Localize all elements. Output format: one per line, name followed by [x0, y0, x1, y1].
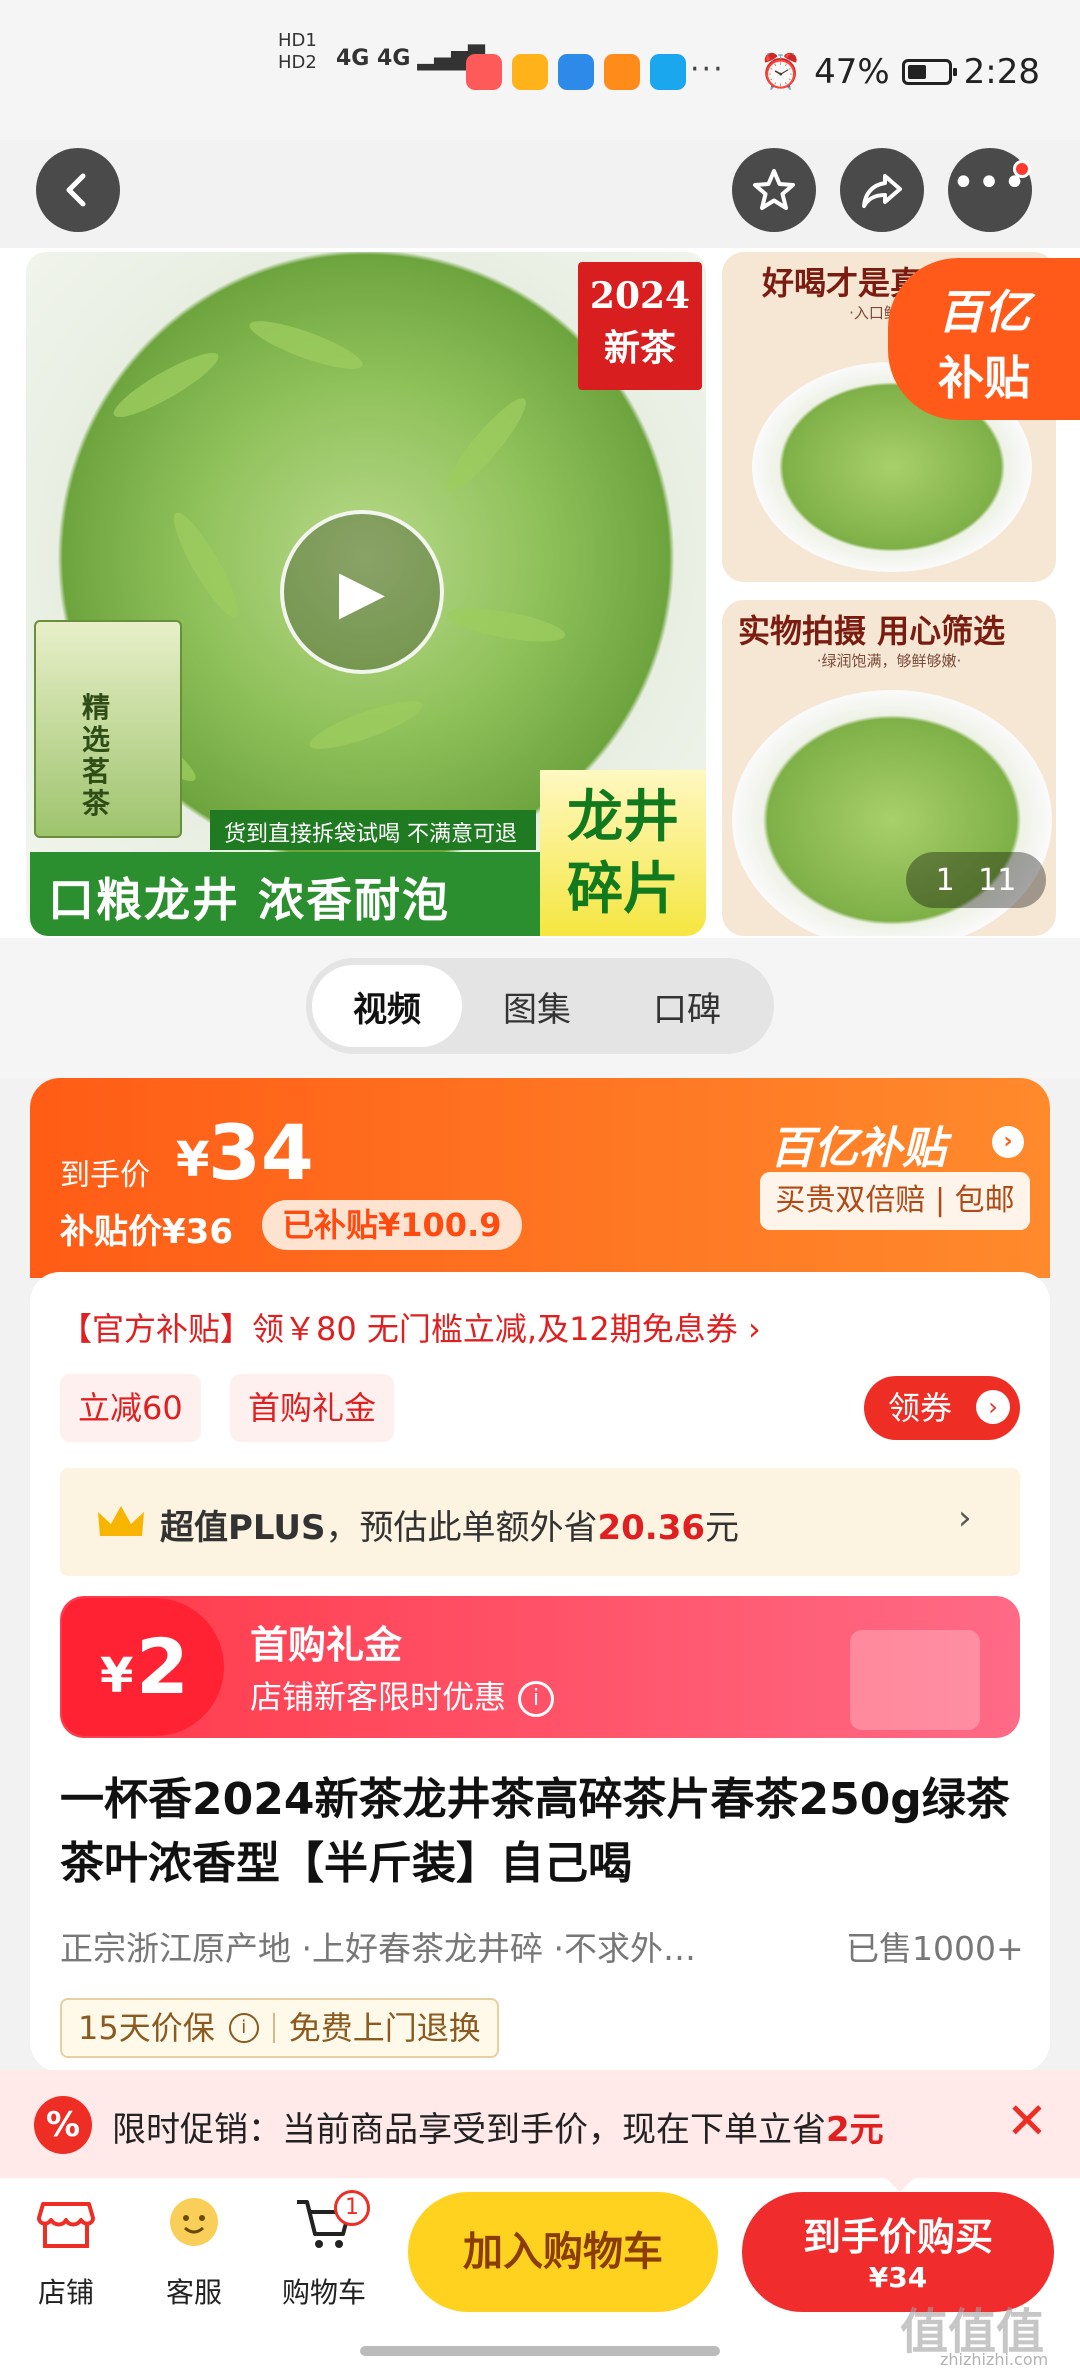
app-notification-icon	[466, 54, 502, 90]
shopping-app-icon	[650, 54, 686, 90]
battery-percent: 47%	[814, 52, 890, 92]
subsidy-price: 补贴价¥36	[60, 1212, 233, 1252]
official-coupon-link[interactable]: 【官方补贴】领￥80 无门槛立减,及12期免息券 ›	[60, 1304, 761, 1350]
video-app-icon	[604, 54, 640, 90]
cart-count-badge: 1	[334, 2190, 370, 2226]
signal-icon: 4G 4G ▂▄▆█	[336, 46, 486, 71]
shop-button[interactable]: 店铺	[6, 2192, 126, 2311]
battery-icon	[901, 59, 957, 85]
share-icon	[862, 174, 902, 208]
chat-face-icon	[170, 2198, 218, 2246]
chevron-right-icon: ›	[992, 1126, 1024, 1158]
final-price: 34	[208, 1108, 314, 1197]
notification-dot	[1013, 160, 1031, 178]
info-icon: i	[228, 2013, 259, 2043]
currency-symbol: ¥	[176, 1132, 210, 1188]
add-to-cart-button[interactable]: 加入购物车	[408, 2192, 718, 2312]
favorite-button[interactable]	[732, 148, 816, 232]
final-price-label: 到手价	[60, 1158, 150, 1193]
home-indicator[interactable]	[360, 2346, 720, 2356]
play-video-button[interactable]: ▶	[280, 510, 444, 674]
banner-subtext: 货到直接拆袋试喝 不满意可退	[210, 810, 536, 850]
side-banner-text: 龙井碎片	[540, 770, 706, 936]
alarm-icon: ⏰	[759, 52, 803, 92]
tea-package-image: 精选茗茶	[34, 620, 182, 838]
star-icon	[753, 169, 795, 210]
cloud-app-icon	[558, 54, 594, 90]
store-icon	[37, 2202, 95, 2248]
app-notification-icon	[512, 54, 548, 90]
main-banner-text: 口粮龙井 浓香耐泡	[30, 852, 540, 936]
subsidy-brand[interactable]: 百亿补贴 › 买贵双倍赔 | 包邮	[760, 1108, 1030, 1268]
service-guarantee[interactable]: 15天价保 i 免费上门退换	[60, 1998, 499, 2058]
info-icon[interactable]: i	[518, 1681, 555, 1717]
tab-gallery[interactable]: 图集	[462, 965, 612, 1047]
media-tabs: 视频 图集 口碑	[306, 958, 774, 1054]
close-icon[interactable]: ✕	[1006, 2092, 1048, 2150]
status-right: ⏰ 47% 2:28	[760, 52, 1040, 92]
discount-chip: 立减60	[60, 1374, 201, 1442]
gift-subtitle: 店铺新客限时优惠 i	[250, 1672, 555, 1718]
customer-service-button[interactable]: 客服	[134, 2192, 254, 2311]
image-counter: 1 11	[906, 852, 1046, 908]
chevron-right-icon: ›	[976, 1390, 1010, 1424]
discount-icon: %	[34, 2096, 92, 2154]
hd-indicator: HD1 HD2	[278, 30, 317, 73]
new-tea-badge: 2024 新茶	[578, 262, 702, 390]
crown-icon	[98, 1506, 144, 1536]
subsidized-amount: 已补贴¥100.9	[262, 1200, 522, 1250]
back-button[interactable]	[36, 148, 120, 232]
product-features[interactable]: 正宗浙江原产地 ·上好春茶龙井碎 ·不求外…	[60, 1922, 696, 1970]
watermark-url: zhizhizhi.com	[940, 2350, 1049, 2369]
more-notifications-icon: ···	[690, 52, 725, 87]
clock: 2:28	[963, 52, 1040, 92]
chevron-left-icon	[66, 173, 86, 207]
gift-title: 首购礼金	[250, 1623, 403, 1667]
status-bar: HD1 HD2 4G 4G ▂▄▆█ ··· ⏰ 47% 2:28	[0, 0, 1080, 140]
chevron-right-icon: ›	[958, 1498, 972, 1538]
tooltip-pointer	[886, 2178, 914, 2192]
plus-savings-text: 超值PLUS，预估此单额外省20.36元	[160, 1508, 740, 1548]
share-button[interactable]	[840, 148, 924, 232]
promotion-text: 限时促销：当前商品享受到手价，现在下单立省2元	[112, 2110, 884, 2150]
tab-reviews[interactable]: 口碑	[612, 965, 762, 1047]
subsidy-badge: 百亿 补贴	[888, 258, 1080, 420]
gift-amount: ¥2	[62, 1598, 224, 1736]
get-coupon-button[interactable]: 领券 ›	[864, 1376, 1020, 1440]
tab-video[interactable]: 视频	[312, 965, 462, 1047]
first-purchase-chip: 首购礼金	[230, 1374, 395, 1442]
gift-box-icon	[850, 1630, 980, 1730]
sold-count: 已售1000+	[846, 1929, 1024, 1968]
product-title: 一杯香2024新茶龙井茶高碎茶片春茶250g绿茶茶叶浓香型【半斤装】自己喝	[60, 1774, 1010, 1889]
